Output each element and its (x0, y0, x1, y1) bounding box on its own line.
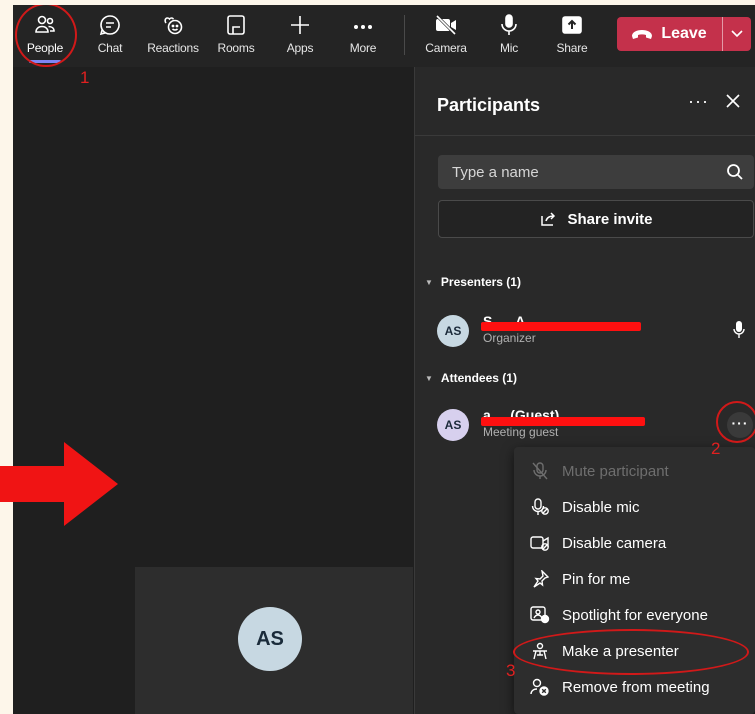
more-button[interactable]: More (335, 5, 391, 67)
close-icon (726, 94, 740, 108)
apps-label: Apps (286, 41, 314, 55)
leave-button[interactable]: Leave (617, 17, 721, 51)
remove-person-icon (530, 678, 549, 696)
pin-icon (533, 570, 549, 588)
menu-item-label: Disable camera (562, 534, 667, 552)
share-invite-icon (541, 212, 556, 226)
rooms-label: Rooms (217, 41, 255, 55)
menu-item-label: Remove from meeting (562, 678, 710, 696)
menu-item-label: Spotlight for everyone (562, 606, 708, 624)
avatar: AS (437, 315, 469, 347)
rooms-button[interactable]: Rooms (208, 5, 264, 67)
annotation-circle-more (716, 401, 755, 443)
chat-icon (99, 15, 120, 36)
menu-item-label: Mute participant (562, 462, 669, 480)
attendees-header-label: Attendees (1) (440, 371, 517, 385)
presenters-section-header[interactable]: ▼ Presenters (1) (425, 275, 521, 289)
mic-off-icon (532, 462, 548, 480)
mic-disable-icon (531, 498, 549, 515)
attendee-row[interactable]: AS a.... (Guest) Meeting guest (437, 401, 747, 447)
camera-button[interactable]: Camera (418, 5, 474, 67)
annotation-circle-people (15, 5, 77, 67)
panel-more-button[interactable]: ··· (688, 91, 709, 112)
participant-search-input[interactable]: Type a name (438, 155, 754, 189)
redaction-mark (481, 322, 641, 331)
share-screen-icon (562, 16, 582, 34)
participant-video-tile[interactable]: AS (135, 567, 413, 714)
participant-role: Organizer (483, 331, 536, 345)
reactions-button[interactable]: Reactions (144, 5, 202, 67)
chevron-down-icon (731, 30, 743, 38)
camera-off-icon (435, 14, 457, 36)
participant-role: Meeting guest (483, 425, 559, 439)
tile-avatar: AS (238, 607, 302, 671)
presenters-header-label: Presenters (1) (440, 275, 521, 289)
annotation-number-2: 2 (711, 439, 721, 458)
mic-label: Mic (499, 41, 519, 55)
meeting-toolbar: People Chat Reactions Rooms Apps More Ca… (13, 5, 755, 67)
spotlight-item[interactable]: Spotlight for everyone (514, 597, 755, 633)
menu-item-label: Disable mic (562, 498, 640, 516)
annotation-number-1: 1 (80, 68, 90, 87)
reactions-icon (164, 17, 183, 35)
share-invite-button[interactable]: Share invite (438, 200, 754, 238)
caret-down-icon: ▼ (425, 278, 433, 287)
rooms-icon (227, 15, 245, 35)
leave-label: Leave (661, 25, 707, 42)
mic-button[interactable]: Mic (481, 5, 537, 67)
pin-for-me-item[interactable]: Pin for me (514, 561, 755, 597)
mic-icon (501, 14, 517, 35)
panel-title: Participants (437, 95, 541, 115)
chat-button[interactable]: Chat (82, 5, 138, 67)
disable-mic-item[interactable]: Disable mic (514, 489, 755, 525)
toolbar-separator (404, 15, 405, 55)
annotation-number-3: 3 (506, 661, 516, 680)
disable-camera-item[interactable]: Disable camera (514, 525, 755, 561)
caret-down-icon: ▼ (425, 374, 433, 383)
search-icon (727, 164, 743, 180)
share-invite-label: Share invite (567, 210, 653, 228)
avatar: AS (437, 409, 469, 441)
more-icon (354, 25, 372, 29)
share-label: Share (556, 41, 588, 55)
panel-divider (415, 135, 755, 136)
annotation-circle-presenter (513, 629, 749, 675)
leave-button-group: Leave (617, 17, 751, 51)
video-stage: AS (13, 67, 414, 714)
hang-up-icon (632, 30, 653, 39)
camera-label: Camera (425, 41, 467, 55)
red-arrow-annotation (0, 442, 118, 526)
share-button[interactable]: Share (544, 5, 600, 67)
mic-icon (733, 321, 745, 338)
panel-close-button[interactable] (725, 93, 741, 114)
more-label: More (349, 41, 377, 55)
search-placeholder: Type a name (452, 164, 539, 181)
camera-disable-icon (530, 536, 549, 551)
teams-meeting-window: People Chat Reactions Rooms Apps More Ca… (13, 5, 755, 714)
menu-item-label: Pin for me (562, 570, 631, 588)
leave-options-button[interactable] (723, 17, 751, 51)
chat-label: Chat (97, 41, 123, 55)
reactions-label: Reactions (147, 41, 199, 55)
spotlight-icon (530, 606, 550, 624)
apps-button[interactable]: Apps (272, 5, 328, 67)
add-icon (291, 16, 309, 34)
attendees-section-header[interactable]: ▼ Attendees (1) (425, 371, 517, 385)
presenter-row[interactable]: AS S...., A.... Organizer (437, 307, 747, 353)
